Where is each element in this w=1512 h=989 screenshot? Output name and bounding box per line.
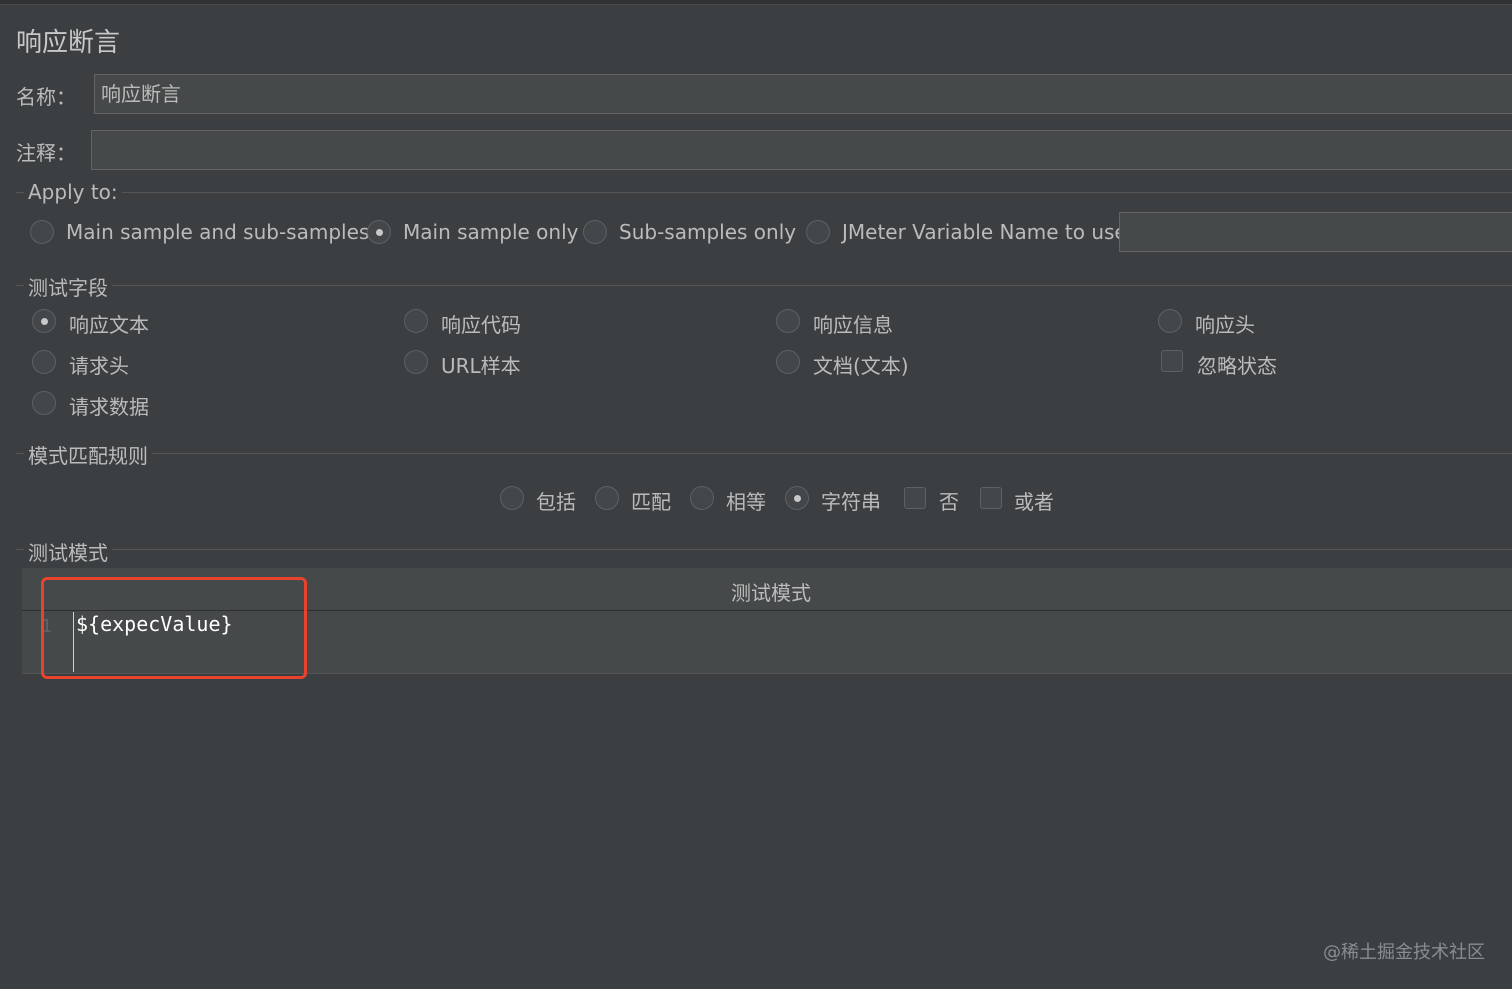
comment-label: 注释： — [16, 141, 76, 165]
radio-url-sampled[interactable] — [404, 350, 428, 374]
radio-response-headers-label[interactable]: 响应头 — [1195, 309, 1255, 338]
pattern-rules-separator — [16, 453, 1512, 454]
checkbox-ignore-status-label[interactable]: 忽略状态 — [1197, 350, 1277, 379]
watermark: @稀土掘金技术社区 — [1323, 942, 1485, 963]
checkbox-or-label[interactable]: 或者 — [1014, 486, 1054, 515]
radio-equals-label[interactable]: 相等 — [726, 486, 766, 515]
radio-response-text[interactable] — [32, 309, 56, 333]
radio-request-data-label[interactable]: 请求数据 — [69, 391, 149, 420]
radio-main-and-sub[interactable] — [30, 220, 54, 244]
radio-document-text-label[interactable]: 文档(文本) — [813, 350, 909, 379]
radio-main-and-sub-label[interactable]: Main sample and sub-samples — [66, 220, 369, 244]
radio-substring-label[interactable]: 字符串 — [821, 486, 881, 515]
radio-sub-only[interactable] — [583, 220, 607, 244]
radio-response-code[interactable] — [404, 309, 428, 333]
name-input[interactable]: 响应断言 — [94, 74, 1512, 114]
radio-contains[interactable] — [500, 486, 524, 510]
test-field-label: 测试字段 — [24, 272, 112, 301]
radio-response-text-label[interactable]: 响应文本 — [69, 309, 149, 338]
radio-document-text[interactable] — [776, 350, 800, 374]
checkbox-ignore-status[interactable] — [1161, 350, 1183, 372]
pattern-rules-label: 模式匹配规则 — [24, 440, 152, 469]
comment-input[interactable] — [91, 130, 1512, 170]
highlight-annotation-box — [41, 577, 307, 679]
test-field-separator — [16, 285, 1512, 286]
jmeter-variable-input[interactable] — [1119, 212, 1512, 252]
radio-matches[interactable] — [595, 486, 619, 510]
table-column-header: 测试模式 — [731, 581, 811, 605]
checkbox-not[interactable] — [904, 487, 926, 509]
page-title: 响应断言 — [16, 28, 121, 58]
radio-matches-label[interactable]: 匹配 — [631, 486, 671, 515]
radio-request-headers[interactable] — [32, 350, 56, 374]
radio-sub-only-label[interactable]: Sub-samples only — [619, 220, 796, 244]
radio-response-message[interactable] — [776, 309, 800, 333]
radio-main-only-label[interactable]: Main sample only — [403, 220, 578, 244]
radio-contains-label[interactable]: 包括 — [536, 486, 576, 515]
radio-jmeter-variable-label[interactable]: JMeter Variable Name to use — [842, 220, 1127, 244]
checkbox-or[interactable] — [980, 487, 1002, 509]
radio-request-data[interactable] — [32, 391, 56, 415]
top-divider — [0, 0, 1512, 5]
name-label: 名称： — [16, 85, 76, 109]
test-patterns-separator — [16, 549, 1512, 550]
radio-jmeter-variable[interactable] — [806, 220, 830, 244]
apply-to-separator — [16, 192, 1512, 193]
radio-response-message-label[interactable]: 响应信息 — [813, 309, 893, 338]
radio-main-only[interactable] — [367, 220, 391, 244]
radio-response-headers[interactable] — [1158, 309, 1182, 333]
radio-equals[interactable] — [690, 486, 714, 510]
radio-request-headers-label[interactable]: 请求头 — [69, 350, 129, 379]
radio-substring[interactable] — [785, 486, 809, 510]
test-patterns-label: 测试模式 — [24, 537, 112, 566]
checkbox-not-label[interactable]: 否 — [939, 486, 959, 515]
apply-to-label: Apply to: — [24, 180, 122, 204]
radio-response-code-label[interactable]: 响应代码 — [441, 309, 521, 338]
radio-url-sampled-label[interactable]: URL样本 — [441, 350, 521, 379]
